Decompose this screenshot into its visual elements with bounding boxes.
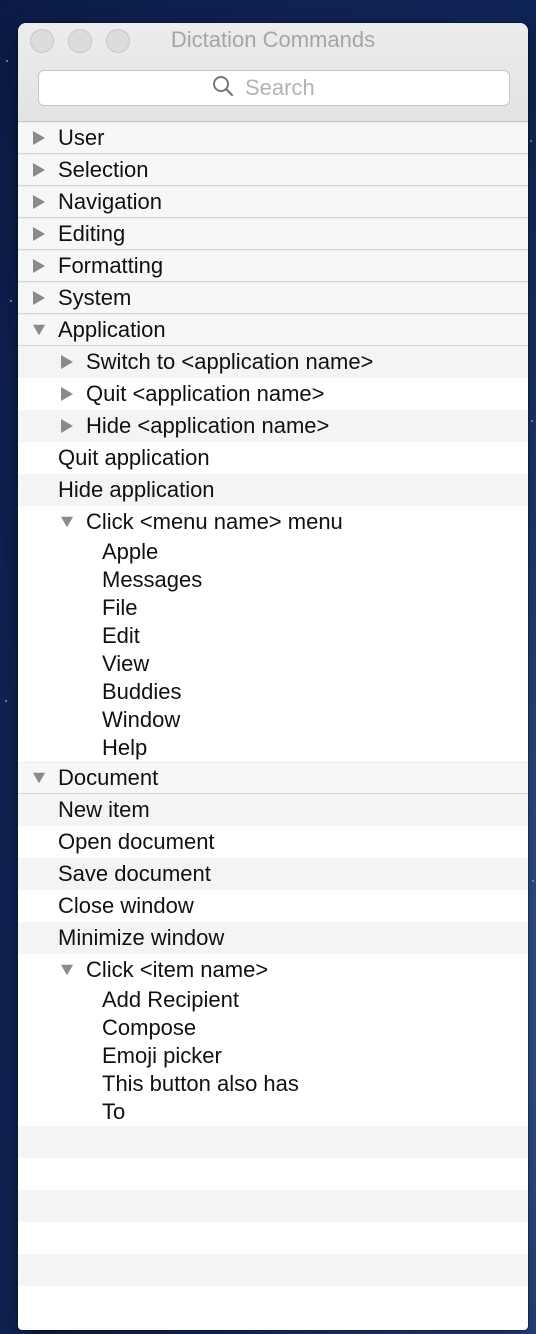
disclosure-down-icon[interactable] bbox=[30, 770, 48, 786]
command-open-document[interactable]: Open document bbox=[18, 826, 528, 858]
command-switch-to-app[interactable]: Switch to <application name> bbox=[18, 346, 528, 378]
command-hide-named-app[interactable]: Hide <application name> bbox=[18, 410, 528, 442]
item-entry[interactable]: Add Recipient bbox=[18, 986, 528, 1014]
command-label: Click <menu name> menu bbox=[86, 509, 343, 534]
item-entry[interactable]: Compose bbox=[18, 1014, 528, 1042]
disclosure-right-icon[interactable] bbox=[30, 290, 48, 306]
search-field[interactable] bbox=[38, 70, 510, 106]
empty-row bbox=[18, 1286, 528, 1318]
empty-row bbox=[18, 1254, 528, 1286]
menu-item[interactable]: Help bbox=[18, 734, 528, 762]
group-label: Editing bbox=[58, 221, 126, 246]
group-application[interactable]: Application bbox=[18, 314, 528, 346]
search-icon bbox=[211, 74, 235, 103]
command-label: Save document bbox=[58, 861, 211, 886]
group-system[interactable]: System bbox=[18, 282, 528, 314]
empty-row bbox=[18, 1126, 528, 1158]
command-label: Minimize window bbox=[58, 925, 225, 950]
disclosure-right-icon[interactable] bbox=[30, 194, 48, 210]
command-label: Click <item name> bbox=[86, 957, 269, 982]
command-label: Hide application bbox=[58, 477, 215, 502]
command-label: Close window bbox=[58, 893, 194, 918]
disclosure-right-icon[interactable] bbox=[30, 258, 48, 274]
disclosure-right-icon[interactable] bbox=[30, 226, 48, 242]
command-label: New item bbox=[58, 797, 150, 822]
command-label: Quit application bbox=[58, 445, 210, 470]
star bbox=[531, 420, 533, 422]
star bbox=[6, 60, 8, 62]
menu-item[interactable]: Apple bbox=[18, 538, 528, 566]
menu-item[interactable]: File bbox=[18, 594, 528, 622]
group-navigation[interactable]: Navigation bbox=[18, 186, 528, 218]
group-label: Formatting bbox=[58, 253, 164, 278]
window-title: Dictation Commands bbox=[170, 27, 376, 52]
group-label: User bbox=[58, 125, 105, 150]
command-quit-application[interactable]: Quit application bbox=[18, 442, 528, 474]
group-selection[interactable]: Selection bbox=[18, 154, 528, 186]
star bbox=[530, 140, 532, 142]
command-label: Quit <application name> bbox=[86, 381, 325, 406]
menu-item[interactable]: Buddies bbox=[18, 678, 528, 706]
empty-row bbox=[18, 1222, 528, 1254]
disclosure-down-icon[interactable] bbox=[30, 322, 48, 338]
command-close-window[interactable]: Close window bbox=[18, 890, 528, 922]
menu-item[interactable]: Window bbox=[18, 706, 528, 734]
disclosure-right-icon[interactable] bbox=[30, 130, 48, 146]
item-entry[interactable]: This button also has bbox=[18, 1070, 528, 1098]
command-click-menu[interactable]: Click <menu name> menu bbox=[18, 506, 528, 538]
command-label: Switch to <application name> bbox=[86, 349, 374, 374]
item-entry[interactable]: To bbox=[18, 1098, 528, 1126]
disclosure-right-icon[interactable] bbox=[30, 162, 48, 178]
star bbox=[5, 700, 7, 702]
disclosure-right-icon[interactable] bbox=[58, 354, 76, 370]
group-label: Document bbox=[58, 765, 159, 790]
group-label: Selection bbox=[58, 157, 149, 182]
dictation-commands-window: Dictation Commands User Selection Naviga… bbox=[18, 23, 528, 1330]
item-entry[interactable]: Emoji picker bbox=[18, 1042, 528, 1070]
star bbox=[532, 880, 534, 882]
disclosure-down-icon[interactable] bbox=[58, 514, 76, 530]
commands-outline: User Selection Navigation Editing Format… bbox=[18, 122, 528, 1318]
command-save-document[interactable]: Save document bbox=[18, 858, 528, 890]
command-label: Hide <application name> bbox=[86, 413, 330, 438]
command-hide-application[interactable]: Hide application bbox=[18, 474, 528, 506]
empty-row bbox=[18, 1190, 528, 1222]
group-editing[interactable]: Editing bbox=[18, 218, 528, 250]
titlebar: Dictation Commands bbox=[18, 23, 528, 122]
group-user[interactable]: User bbox=[18, 122, 528, 154]
star bbox=[10, 300, 12, 302]
search-input[interactable] bbox=[243, 74, 337, 102]
group-label: Application bbox=[58, 317, 166, 342]
empty-row bbox=[18, 1158, 528, 1190]
group-label: Navigation bbox=[58, 189, 162, 214]
disclosure-right-icon[interactable] bbox=[58, 386, 76, 402]
menu-item[interactable]: Edit bbox=[18, 622, 528, 650]
group-document[interactable]: Document bbox=[18, 762, 528, 794]
command-new-item[interactable]: New item bbox=[18, 794, 528, 826]
command-label: Open document bbox=[58, 829, 215, 854]
disclosure-down-icon[interactable] bbox=[58, 962, 76, 978]
command-quit-named-app[interactable]: Quit <application name> bbox=[18, 378, 528, 410]
menu-item[interactable]: View bbox=[18, 650, 528, 678]
disclosure-right-icon[interactable] bbox=[58, 418, 76, 434]
group-label: System bbox=[58, 285, 132, 310]
menu-item[interactable]: Messages bbox=[18, 566, 528, 594]
command-click-item[interactable]: Click <item name> bbox=[18, 954, 528, 986]
group-formatting[interactable]: Formatting bbox=[18, 250, 528, 282]
command-minimize-window[interactable]: Minimize window bbox=[18, 922, 528, 954]
